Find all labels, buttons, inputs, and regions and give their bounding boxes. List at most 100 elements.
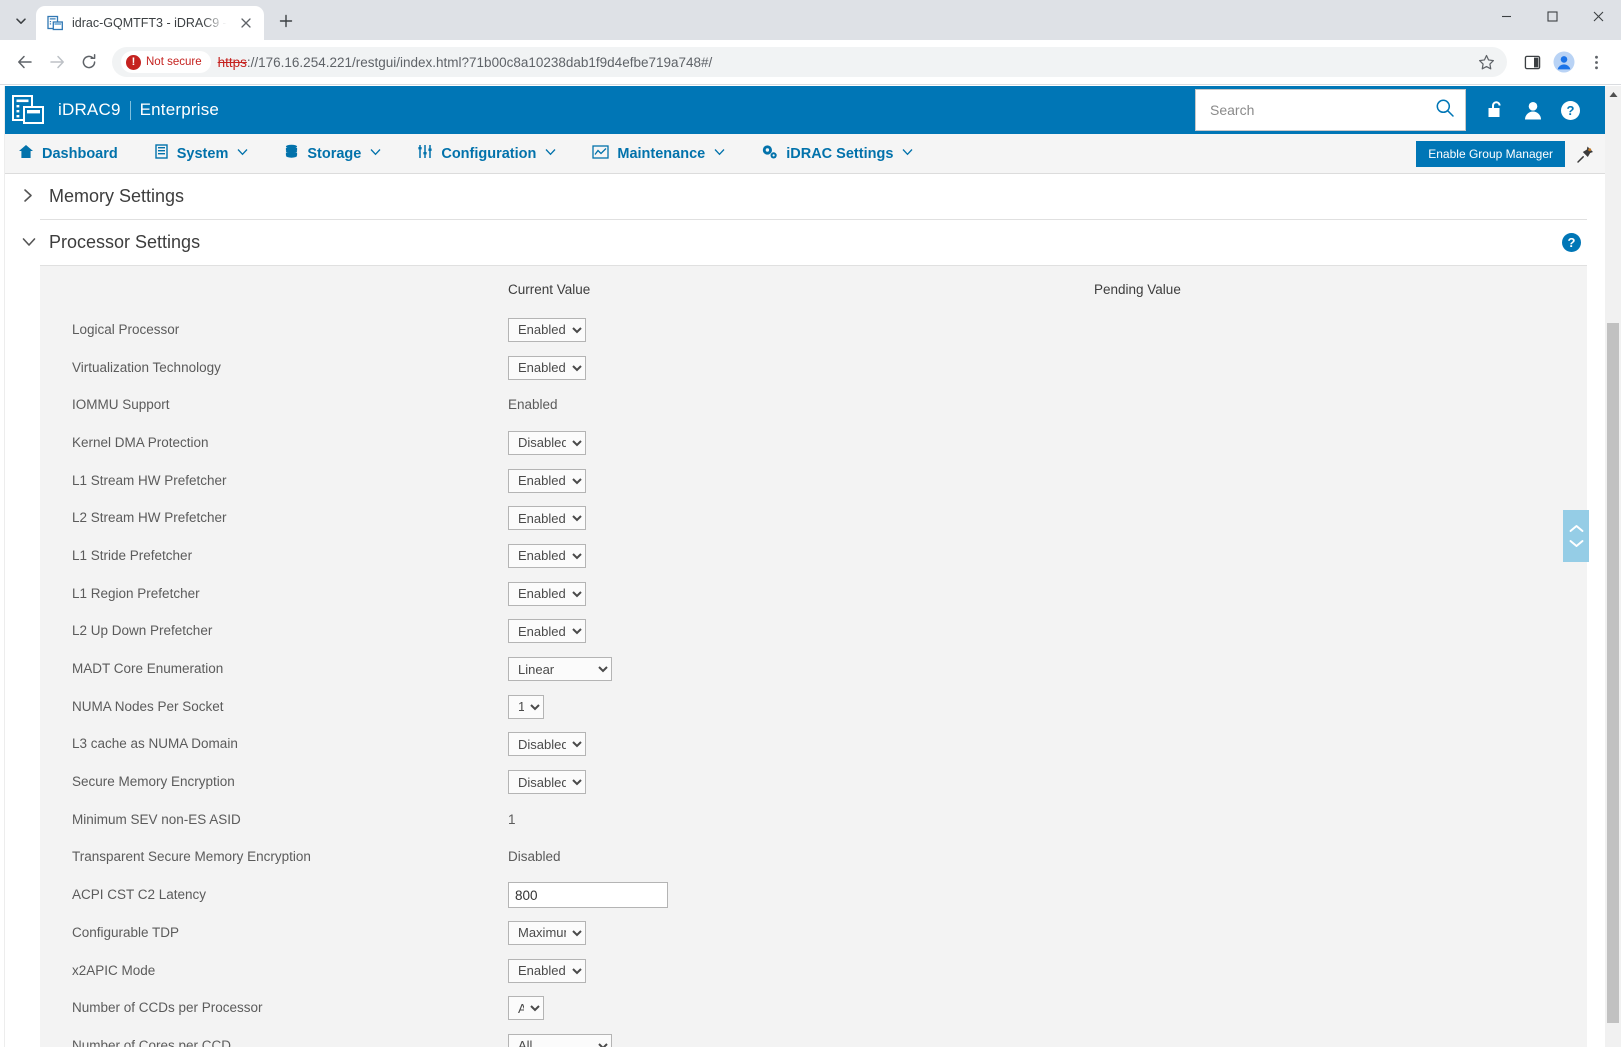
scroll-nav-widget[interactable] <box>1563 510 1589 562</box>
chevron-up-icon[interactable] <box>1569 524 1584 533</box>
user-icon[interactable] <box>1524 101 1542 120</box>
setting-select[interactable]: EnabledDisabled <box>508 506 586 531</box>
browser-tab[interactable]: idrac-GQMTFT3 - iDRAC9 - Con <box>36 6 264 40</box>
enable-group-manager-button[interactable]: Enable Group Manager <box>1416 141 1565 167</box>
nav-label: Maintenance <box>617 145 706 162</box>
window-maximize-icon[interactable] <box>1529 0 1575 32</box>
setting-label: Number of CCDs per Processor <box>72 1000 263 1016</box>
setting-select[interactable]: EnabledDisabled <box>508 468 586 493</box>
page-left-edge <box>0 86 5 1047</box>
setting-label-cell: IOMMU Support <box>40 386 508 424</box>
nav-item-system[interactable]: System <box>136 134 267 174</box>
side-panel-icon[interactable] <box>1517 47 1547 77</box>
three-dot-menu-icon[interactable] <box>1581 47 1611 77</box>
nav-item-idrac-settings[interactable]: iDRAC Settings <box>743 134 931 174</box>
scrollbar-up-arrow-icon[interactable] <box>1605 86 1621 102</box>
setting-select[interactable]: EnabledDisabled <box>508 581 586 606</box>
setting-select[interactable]: EnabledDisabled <box>508 355 586 380</box>
current-value-cell <box>508 876 1094 914</box>
setting-select[interactable]: All1234 <box>508 996 544 1021</box>
nav-label: System <box>176 145 229 162</box>
setting-select[interactable]: EnabledDisabled <box>508 770 586 795</box>
setting-select[interactable]: EnabledDisabled <box>508 430 586 455</box>
current-value-cell: 0124 <box>508 688 1094 726</box>
forward-arrow-right-icon[interactable] <box>42 47 72 77</box>
setting-select[interactable]: EnabledDisabled <box>508 958 586 983</box>
pushpin-icon[interactable] <box>1576 145 1595 164</box>
setting-select[interactable]: EnabledDisabled <box>508 619 586 644</box>
back-arrow-left-icon[interactable] <box>10 47 40 77</box>
current-value-cell: EnabledDisabled <box>508 424 1094 462</box>
setting-label-cell: MADT Core Enumeration <box>40 650 508 688</box>
setting-select[interactable]: EnabledDisabled <box>508 543 586 568</box>
page-scrollbar[interactable] <box>1605 86 1621 1047</box>
search-icon[interactable] <box>1435 98 1455 123</box>
profile-avatar-icon[interactable] <box>1549 47 1579 77</box>
section-processor-settings-header[interactable]: Processor Settings <box>0 220 200 265</box>
table-row: Transparent Secure Memory Encryption Disa… <box>40 839 1587 877</box>
nav-item-maintenance[interactable]: Maintenance <box>574 134 743 174</box>
table-row: L2 Up Down Prefetcher EnabledDisabled <box>40 613 1587 651</box>
server-icon <box>154 144 169 163</box>
setting-select[interactable]: EnabledDisabled <box>508 317 586 342</box>
not-secure-badge[interactable]: ! Not secure <box>121 51 211 73</box>
nav-item-storage[interactable]: Storage <box>266 134 399 174</box>
setting-select[interactable]: LinearRound Robin <box>508 657 612 682</box>
setting-select[interactable]: MaximumNominalLevel 1 <box>508 920 586 945</box>
main-nav: Dashboard System Storage Configuration M… <box>0 134 1605 174</box>
table-row: Minimum SEV non-ES ASID 1 <box>40 801 1587 839</box>
processor-settings-panel: Current Value Pending Value Logical Proc… <box>40 266 1587 1047</box>
current-value-cell: Disabled <box>508 839 1094 877</box>
setting-label: Configurable TDP <box>72 924 180 940</box>
pending-value-cell <box>1094 914 1587 952</box>
section-processor-settings: Processor Settings ? Current Value Pendi… <box>0 220 1605 1047</box>
setting-label-cell: ACPI CST C2 Latency <box>40 876 508 914</box>
search-box[interactable] <box>1195 89 1466 131</box>
help-circle-icon[interactable]: ? <box>1560 100 1581 121</box>
setting-select[interactable]: EnabledDisabled <box>508 732 586 757</box>
setting-text-input[interactable] <box>508 882 668 909</box>
star-icon[interactable] <box>1471 47 1501 77</box>
current-value-cell: EnabledDisabled <box>508 613 1094 651</box>
column-header-current-value: Current Value <box>508 282 591 297</box>
brand-product: iDRAC9 <box>58 100 121 119</box>
setting-label: Kernel DMA Protection <box>72 434 209 450</box>
nav-item-dashboard[interactable]: Dashboard <box>0 134 136 174</box>
setting-select[interactable]: All1234 <box>508 1033 612 1047</box>
pending-value-cell <box>1094 763 1587 801</box>
tab-title: idrac-GQMTFT3 - iDRAC9 - Con <box>72 16 228 30</box>
tab-search-chevron-down-icon[interactable] <box>6 6 36 36</box>
table-row: IOMMU Support Enabled <box>40 386 1587 424</box>
chevron-down-icon <box>370 148 381 159</box>
header-icons: ? <box>1466 100 1605 121</box>
help-circle-icon[interactable]: ? <box>1562 233 1581 252</box>
setting-label-cell: Number of Cores per CCD <box>40 1027 508 1047</box>
setting-label-cell: Number of CCDs per Processor <box>40 989 508 1027</box>
current-value-cell: EnabledDisabled <box>508 952 1094 990</box>
setting-static-value: Enabled <box>508 397 558 413</box>
nav-right-actions: Enable Group Manager <box>1416 134 1595 174</box>
section-title: Processor Settings <box>49 232 201 252</box>
setting-label-cell: Virtualization Technology <box>40 349 508 387</box>
search-input[interactable] <box>1210 102 1435 118</box>
address-bar[interactable]: ! Not secure https://176.16.254.221/rest… <box>112 47 1507 77</box>
window-controls <box>1483 0 1621 40</box>
reload-icon[interactable] <box>74 47 104 77</box>
pending-value-cell <box>1094 1027 1587 1047</box>
chevron-down-icon[interactable] <box>1569 539 1584 548</box>
scrollbar-thumb[interactable] <box>1607 323 1619 1023</box>
lock-open-icon[interactable] <box>1487 100 1506 120</box>
tab-close-icon[interactable] <box>236 13 256 33</box>
section-memory-settings-header[interactable]: Memory Settings <box>0 174 1605 219</box>
table-body: Logical ProcessorEnabledDisabledVirtuali… <box>40 311 1587 1047</box>
window-close-icon[interactable] <box>1575 0 1621 32</box>
window-minimize-icon[interactable] <box>1483 0 1529 32</box>
nav-item-configuration[interactable]: Configuration <box>399 134 574 174</box>
chevron-down-icon <box>237 148 248 159</box>
idrac-page: iDRAC9 Enterprise Search ? Dashboard Sys… <box>0 86 1605 1047</box>
setting-select[interactable]: 0124 <box>508 694 544 719</box>
new-tab-plus-icon[interactable] <box>272 7 300 35</box>
page-viewport: iDRAC9 Enterprise Search ? Dashboard Sys… <box>0 86 1621 1047</box>
table-header-row: Current Value Pending Value <box>40 266 1587 311</box>
sliders-icon <box>417 144 433 163</box>
